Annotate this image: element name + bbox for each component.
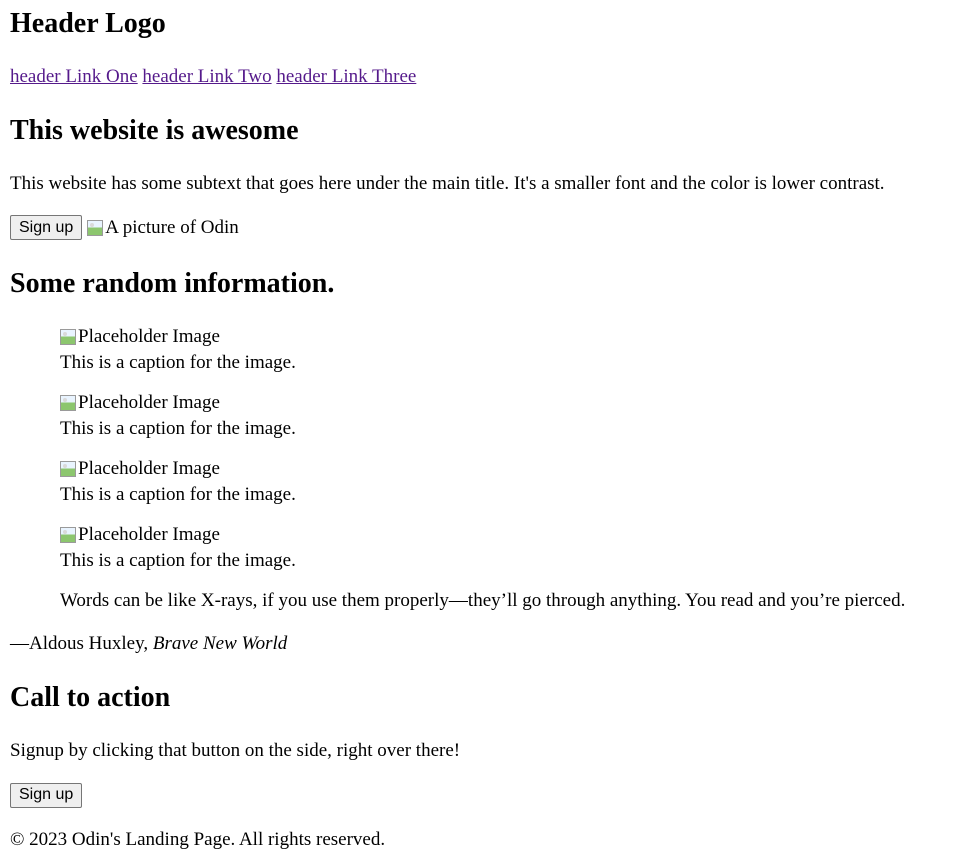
quote-attribution: —Aldous Huxley, Brave New World [10,632,287,655]
header-nav: header Link One header Link Two header L… [10,65,416,88]
header-logo: Header Logo [10,8,166,39]
cta-title: Call to action [10,682,171,713]
cta-sign-up-button[interactable]: Sign up [10,782,83,808]
placeholder-image-alt: Placeholder Image [78,524,220,545]
header-link-three[interactable]: header Link Three [276,66,416,87]
broken-image-icon [60,394,76,411]
quote-author: —Aldous Huxley, [10,633,153,654]
info-figures: Placeholder Image This is a caption for … [60,325,296,589]
broken-image-icon [87,219,104,236]
info-figure: Placeholder Image This is a caption for … [60,457,296,523]
broken-image-icon [60,526,76,543]
placeholder-image-alt: Placeholder Image [78,326,220,347]
figure-caption: This is a caption for the image. [60,351,296,373]
info-figure: Placeholder Image This is a caption for … [60,325,296,391]
header-link-two[interactable]: header Link Two [142,66,271,87]
footer-text: © 2023 Odin's Landing Page. All rights r… [10,829,386,850]
odin-image: A picture of Odin [87,216,239,239]
cta-button-wrap: Sign up [10,782,83,808]
header-link-one[interactable]: header Link One [10,66,138,87]
hero-title: This website is awesome [10,115,299,146]
figure-caption: This is a caption for the image. [60,417,296,439]
info-figure: Placeholder Image This is a caption for … [60,523,296,589]
broken-image-icon [60,328,76,345]
broken-image-icon [60,460,76,477]
figure-caption: This is a caption for the image. [60,549,296,571]
placeholder-image-alt: Placeholder Image [78,392,220,413]
quote-source: Brave New World [152,633,288,654]
hero-sign-up-button[interactable]: Sign up [10,215,83,240]
placeholder-image-alt: Placeholder Image [78,458,220,479]
info-figure: Placeholder Image This is a caption for … [60,391,296,457]
quote-text: Words can be like X-rays, if you use the… [60,590,906,611]
info-title: Some random information. [10,268,335,299]
cta-text: Signup by clicking that button on the si… [10,740,461,761]
odin-image-alt: A picture of Odin [105,217,239,238]
hero-subtext: This website has some subtext that goes … [10,173,885,194]
placeholder-image: Placeholder Image [60,325,220,348]
placeholder-image: Placeholder Image [60,457,220,480]
placeholder-image: Placeholder Image [60,523,220,546]
hero-actions: Sign up A picture of Odin [10,215,239,240]
figure-caption: This is a caption for the image. [60,483,296,505]
placeholder-image: Placeholder Image [60,391,220,414]
